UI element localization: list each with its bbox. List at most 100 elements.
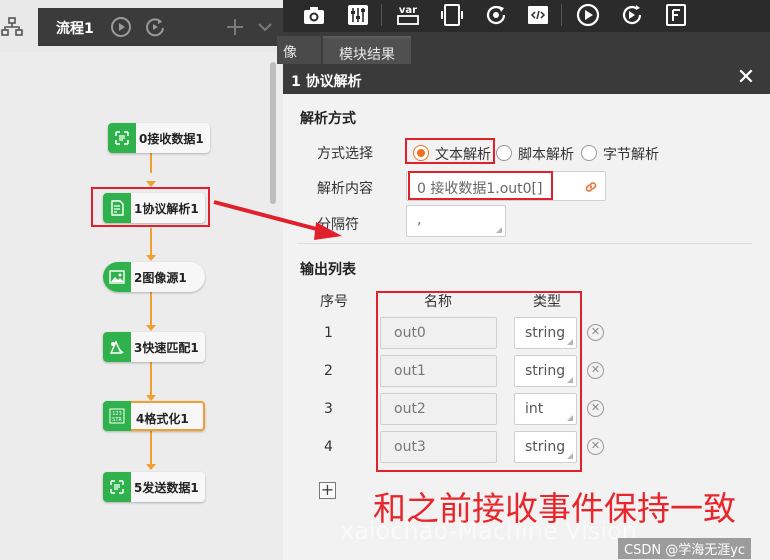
node-label: 1协议解析1 — [134, 202, 199, 216]
delete-row-icon[interactable]: ✕ — [587, 438, 604, 455]
flow-node-image-source[interactable]: 2图像源1 — [103, 262, 205, 292]
delete-row-icon[interactable]: ✕ — [587, 324, 604, 341]
camera-icon[interactable] — [301, 2, 327, 28]
radio-dot — [581, 145, 597, 161]
toolbar-divider — [561, 4, 562, 26]
sliders-icon[interactable] — [345, 2, 371, 28]
section-divider — [297, 243, 752, 244]
flow-header: 流程1 — [0, 0, 283, 52]
node-label: 5发送数据1 — [134, 481, 199, 495]
output-name-field[interactable]: out0 — [380, 317, 497, 349]
mode-label: 方式选择 — [317, 146, 373, 162]
output-name-field[interactable]: out2 — [380, 393, 497, 425]
connector-arrow — [146, 464, 156, 470]
script-icon[interactable] — [525, 2, 551, 28]
node-label: 0接收数据1 — [139, 132, 204, 146]
content-input[interactable]: 0 接收数据1.out0[] — [406, 171, 606, 201]
add-flow-icon[interactable] — [224, 16, 246, 38]
svg-text:var: var — [399, 5, 417, 16]
radio-dot — [496, 145, 512, 161]
output-name: out2 — [394, 401, 426, 417]
refresh-target-icon[interactable] — [483, 2, 509, 28]
hierarchy-icon[interactable] — [0, 16, 24, 38]
send-data-icon — [103, 472, 131, 502]
output-name-field[interactable]: out1 — [380, 355, 497, 387]
content-label: 解析内容 — [317, 181, 373, 197]
output-type-select[interactable]: string — [514, 431, 577, 463]
cycle-run-icon[interactable] — [619, 2, 645, 28]
radio-dot-selected — [413, 145, 429, 161]
parse-section-title: 解析方式 — [300, 111, 356, 127]
output-type: int — [525, 401, 544, 417]
resize-corner — [496, 227, 502, 233]
flow-tab-bar: 流程1 — [38, 8, 283, 46]
output-type-select[interactable]: string — [514, 317, 577, 349]
radio-label: 字节解析 — [603, 147, 659, 163]
column-index-header: 序号 — [320, 294, 348, 310]
toolbar-divider — [381, 4, 382, 26]
separator-value: , — [417, 212, 422, 228]
result-tabs: 像 模块结果 — [277, 32, 770, 64]
close-icon[interactable]: ✕ — [736, 67, 756, 89]
connector-line — [150, 292, 152, 326]
node-label: 2图像源1 — [134, 271, 187, 285]
output-type-select[interactable]: int — [514, 393, 577, 425]
device-icon[interactable] — [439, 2, 465, 28]
tab-image[interactable]: 像 — [277, 36, 321, 64]
row-index: 1 — [324, 325, 333, 341]
annotation-arrow — [213, 200, 342, 240]
output-name: out0 — [394, 325, 426, 341]
column-name-header: 名称 — [424, 294, 452, 310]
fast-match-icon — [103, 332, 131, 362]
output-type: string — [525, 325, 566, 341]
cycle-run-icon[interactable] — [144, 16, 166, 38]
column-type-header: 类型 — [533, 294, 561, 310]
output-name-field[interactable]: out3 — [380, 431, 497, 463]
document-parse-icon — [103, 193, 131, 223]
flow-node-fast-match[interactable]: 3快速匹配1 — [103, 332, 205, 362]
dialog-title: 1 协议解析 — [291, 74, 362, 90]
credit-text: CSDN @学海无涯yc — [618, 538, 752, 559]
file-f-icon[interactable] — [663, 2, 689, 28]
output-name: out1 — [394, 363, 426, 379]
chevron-down-icon[interactable] — [254, 16, 276, 38]
watermark: xaiochao-Machine Vision — [340, 517, 637, 545]
tab-module-results[interactable]: 模块结果 — [323, 36, 411, 64]
image-icon — [103, 262, 131, 292]
radio-label: 文本解析 — [435, 147, 491, 163]
row-index: 4 — [324, 439, 333, 455]
flow-node-send-data[interactable]: 5发送数据1 — [103, 472, 205, 502]
flow-tab-label[interactable]: 流程1 — [56, 18, 94, 38]
output-type-select[interactable]: string — [514, 355, 577, 387]
separator-input[interactable]: , — [406, 205, 506, 237]
output-name: out3 — [394, 439, 426, 455]
flow-node-format[interactable]: 123 STR 4格式化1 — [103, 401, 205, 431]
connector-arrow — [146, 181, 156, 187]
output-section-title: 输出列表 — [300, 262, 356, 278]
var-icon[interactable]: var — [395, 2, 421, 28]
connector-line — [150, 431, 152, 465]
add-row-button[interactable]: + — [319, 482, 336, 499]
play-icon[interactable] — [575, 2, 601, 28]
connector-arrow — [146, 325, 156, 331]
output-type: string — [525, 439, 566, 455]
delete-row-icon[interactable]: ✕ — [587, 362, 604, 379]
flow-scrollbar[interactable] — [270, 62, 276, 204]
flow-panel: 流程1 0接收数据1 1协议解析1 2图像源1 3快速匹配1 123 STR 4… — [0, 0, 283, 560]
node-label: 3快速匹配1 — [134, 341, 199, 355]
radio-label: 脚本解析 — [518, 147, 574, 163]
flow-node-receive-data[interactable]: 0接收数据1 — [108, 123, 210, 153]
connector-line — [150, 362, 152, 396]
connector-arrow — [146, 255, 156, 261]
run-once-icon[interactable] — [110, 16, 132, 38]
content-value: 0 接收数据1.out0[] — [417, 181, 543, 197]
dialog-header: 1 协议解析 ✕ — [283, 64, 770, 94]
flow-node-protocol-parse[interactable]: 1协议解析1 — [103, 193, 205, 223]
connector-line — [150, 153, 152, 173]
connector-line — [150, 228, 152, 256]
link-icon[interactable] — [583, 179, 599, 195]
row-index: 2 — [324, 363, 333, 379]
format-str-icon: 123 STR — [103, 401, 131, 431]
delete-row-icon[interactable]: ✕ — [587, 400, 604, 417]
receive-data-icon — [108, 123, 136, 153]
